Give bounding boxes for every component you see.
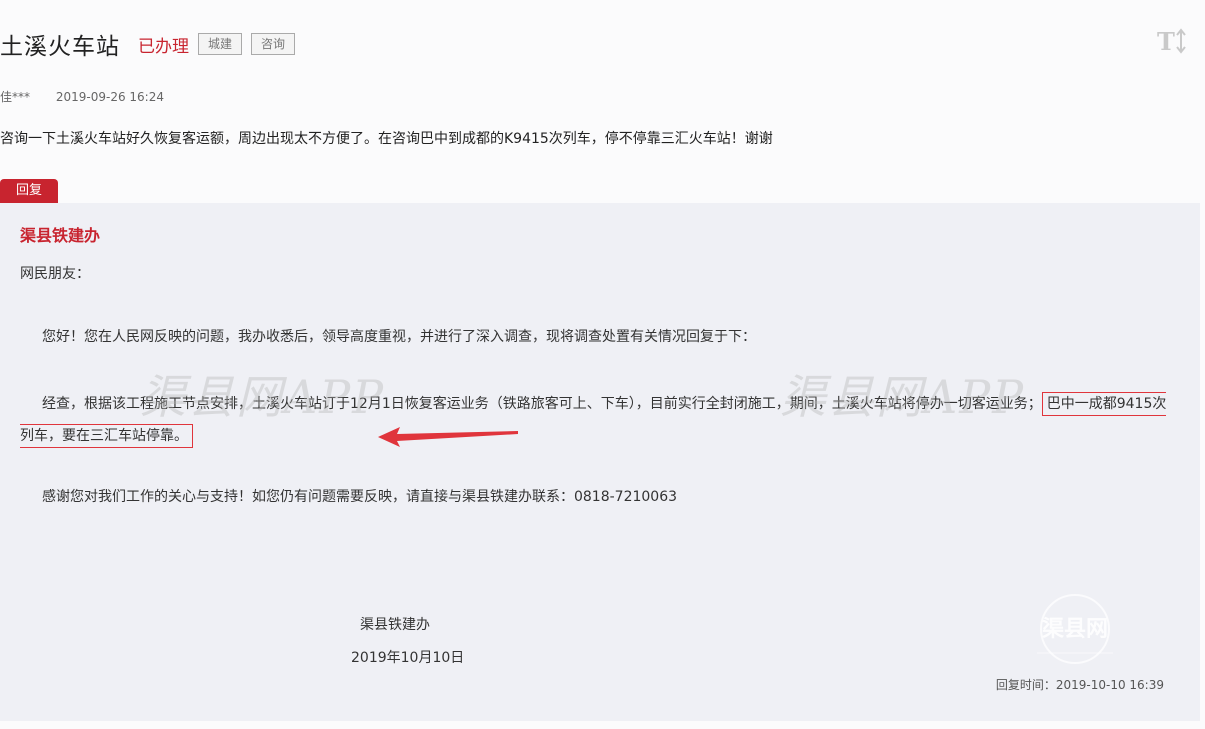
- reply-paragraph-1: 您好！您在人民网反映的问题，我办收悉后，领导高度重视，并进行了深入调查，现将调查…: [42, 329, 756, 345]
- text-size-icon[interactable]: T: [1157, 27, 1187, 56]
- page-title: 土溪火车站: [0, 34, 120, 60]
- question-text: 咨询一下土溪火车站好久恢复客运额，周边出现太不方便了。在咨询巴中到成都的K941…: [0, 131, 773, 147]
- logo-watermark-text: 渠县网: [1042, 616, 1108, 642]
- watermark-text: 渠县网APP: [140, 370, 386, 424]
- status-label: 已办理: [138, 36, 189, 57]
- header: 土溪火车站 已办理 城建 咨询: [0, 26, 296, 62]
- reply-badge: 回复: [0, 179, 58, 203]
- post-date: 2019-09-26 16:24: [55, 90, 164, 104]
- author-name: 佳***: [0, 90, 31, 104]
- reply-org: 渠县铁建办: [20, 226, 101, 245]
- reply-sign-date: 2019年10月10日: [351, 650, 465, 666]
- svg-text:T: T: [1157, 28, 1175, 54]
- watermark-text: 渠县网APP: [780, 370, 1026, 424]
- reply-time: 回复时间：2019-10-10 16:39: [995, 678, 1164, 692]
- reply-signature: 渠县铁建办: [360, 617, 430, 633]
- tag-zixun[interactable]: 咨询: [251, 33, 296, 55]
- logo-watermark-icon: 渠县网: [1037, 594, 1113, 664]
- annotation-arrow-icon: [378, 427, 518, 447]
- reply-paragraph-3: 感谢您对我们工作的关心与支持！如您仍有问题需要反映，请直接与渠县铁建办联系：08…: [42, 489, 678, 505]
- reply-section: 渠县铁建办 网民朋友： 您好！您在人民网反映的问题，我办收悉后，领导高度重视，并…: [0, 203, 1200, 721]
- post-meta: 佳*** 2019-09-26 16:24: [0, 88, 164, 105]
- reply-greeting: 网民朋友：: [20, 266, 90, 282]
- tag-chengjian[interactable]: 城建: [198, 33, 243, 55]
